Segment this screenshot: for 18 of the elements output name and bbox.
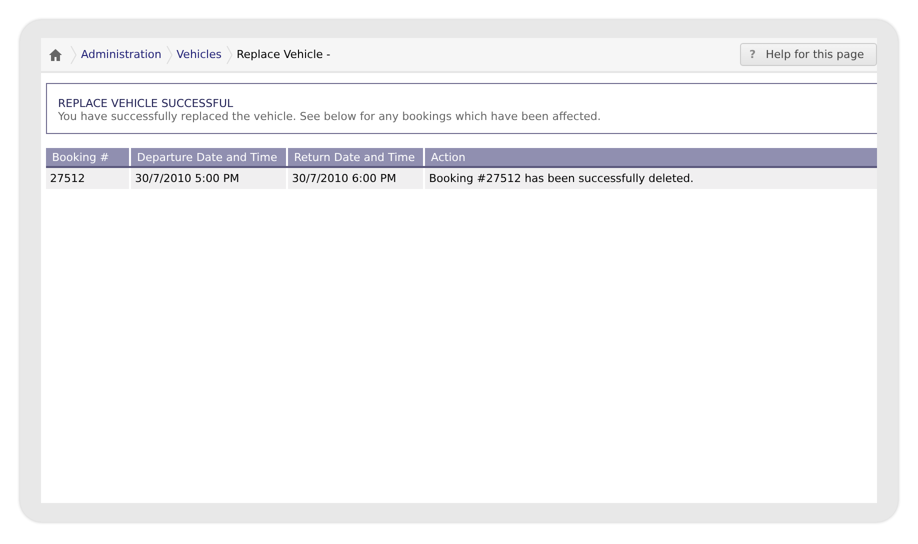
table-cell: 30/7/2010 5:00 PM xyxy=(130,167,287,189)
home-icon[interactable] xyxy=(49,48,62,60)
message-title: REPLACE VEHICLE SUCCESSFUL xyxy=(58,97,234,110)
breadcrumb-link[interactable]: Administration xyxy=(81,48,162,61)
help-button[interactable]: ? Help for this page xyxy=(740,43,877,66)
column-header[interactable]: Return Date and Time xyxy=(287,148,424,167)
column-header[interactable]: Booking # xyxy=(46,148,130,167)
column-header[interactable]: Departure Date and Time xyxy=(130,148,287,167)
message-text: You have successfully replaced the vehicle. See below for any bookings which have been affected. xyxy=(58,110,602,123)
table-cell: 30/7/2010 6:00 PM xyxy=(287,167,424,189)
breadcrumb-current: Replace Vehicle - xyxy=(236,48,330,61)
column-header[interactable]: Action xyxy=(424,148,877,167)
table-cell: 27512 xyxy=(46,167,130,189)
chevron-icon xyxy=(70,46,77,64)
breadcrumb-link[interactable]: Vehicles xyxy=(176,48,222,61)
table-cell: Booking #27512 has been successfully deleted. xyxy=(424,167,877,189)
chevron-icon xyxy=(166,46,172,64)
chevron-icon xyxy=(226,46,233,64)
